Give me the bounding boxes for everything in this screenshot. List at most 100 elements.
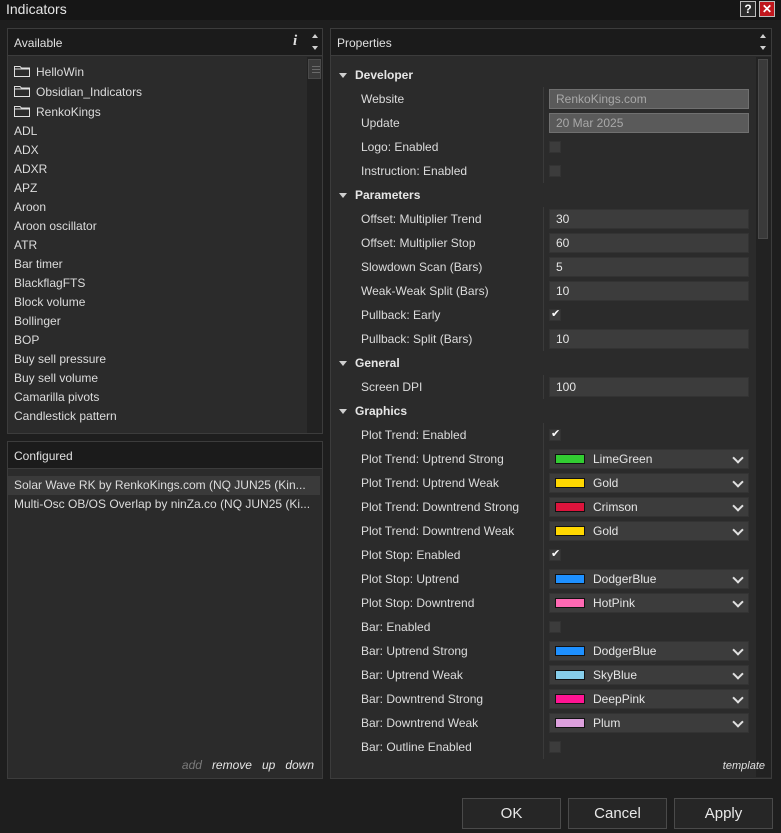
indicator-item[interactable]: Buy sell pressure [14, 350, 106, 369]
property-label: Bar: Uptrend Weak [361, 668, 463, 682]
bar-uptrend-weak-color-select[interactable]: SkyBlue [549, 665, 749, 685]
indicator-item[interactable]: Aroon [14, 198, 46, 217]
collapse-icon[interactable] [339, 409, 347, 414]
configured-item[interactable]: Solar Wave RK by RenkoKings.com (NQ JUN2… [8, 476, 320, 495]
properties-scroll-thumb[interactable] [758, 59, 768, 239]
property-row: Slowdown Scan (Bars) 5 [331, 255, 753, 279]
property-label: Bar: Enabled [361, 620, 431, 634]
indicator-item[interactable]: Buy sell volume [14, 369, 98, 388]
collapse-icon[interactable] [339, 73, 347, 78]
bar-downtrend-weak-color-select[interactable]: Plum [549, 713, 749, 733]
indicator-item[interactable]: Block volume [14, 293, 85, 312]
slowdown-scan-bars-input[interactable]: 5 [549, 257, 749, 277]
property-row: Update 20 Mar 2025 [331, 111, 753, 135]
chevron-down-icon[interactable] [732, 596, 744, 608]
chevron-down-icon[interactable] [732, 572, 744, 584]
logo-enabled-checkbox[interactable] [549, 141, 561, 153]
scroll-down-icon[interactable] [312, 46, 318, 50]
plot-trend-enabled-checkbox[interactable]: ✔ [549, 428, 561, 441]
property-row: Plot Stop: Downtrend HotPink [331, 591, 753, 615]
property-label: Plot Stop: Downtrend [361, 596, 475, 610]
indicator-item[interactable]: Bollinger [14, 312, 61, 331]
add-button[interactable]: add [182, 758, 202, 772]
indicator-item[interactable]: ADXR [14, 160, 47, 179]
chevron-down-icon[interactable] [732, 644, 744, 656]
pullback-early-checkbox[interactable]: ✔ [549, 308, 561, 321]
weak-weak-split-bars-input[interactable]: 10 [549, 281, 749, 301]
property-row: Instruction: Enabled [331, 159, 753, 183]
bar-downtrend-strong-color-select[interactable]: DeepPink [549, 689, 749, 709]
indicator-item[interactable]: BOP [14, 331, 39, 350]
help-button[interactable]: ? [740, 1, 756, 17]
scroll-up-icon[interactable] [312, 34, 318, 38]
pullback-split-bars-input[interactable]: 10 [549, 329, 749, 349]
color-swatch [555, 694, 585, 704]
indicator-item[interactable]: APZ [14, 179, 37, 198]
chevron-down-icon[interactable] [732, 668, 744, 680]
folder-item[interactable]: RenkoKings [14, 103, 101, 122]
plot-stop-enabled-checkbox[interactable]: ✔ [549, 548, 561, 561]
properties-title: Properties [337, 36, 392, 50]
indicator-item[interactable]: Bar timer [14, 255, 63, 274]
plot-stop-uptrend-color-select[interactable]: DodgerBlue [549, 569, 749, 589]
indicator-item[interactable]: ADX [14, 141, 39, 160]
info-icon[interactable]: i [293, 33, 297, 50]
plot-trend-downtrend-weak-color-select[interactable]: Gold [549, 521, 749, 541]
indicator-item[interactable]: Camarilla pivots [14, 388, 99, 407]
property-row: Bar: Uptrend Strong DodgerBlue [331, 639, 753, 663]
move-up-button[interactable]: up [262, 758, 275, 772]
indicator-item[interactable]: Candlestick pattern [14, 407, 117, 426]
close-button[interactable]: ✕ [759, 1, 775, 17]
indicator-item[interactable]: ATR [14, 236, 37, 255]
instruction-enabled-checkbox[interactable] [549, 165, 561, 177]
color-swatch [555, 598, 585, 608]
category-developer[interactable]: Developer [331, 63, 753, 87]
check-icon: ✔ [551, 548, 561, 560]
plot-trend-uptrend-strong-color-select[interactable]: LimeGreen [549, 449, 749, 469]
chevron-down-icon[interactable] [732, 692, 744, 704]
properties-scroll-up-icon[interactable] [760, 34, 766, 38]
chevron-down-icon[interactable] [732, 716, 744, 728]
chevron-down-icon[interactable] [732, 524, 744, 536]
ok-button[interactable]: OK [462, 798, 561, 829]
apply-button[interactable]: Apply [674, 798, 773, 829]
cancel-button[interactable]: Cancel [568, 798, 667, 829]
plot-stop-downtrend-color-select[interactable]: HotPink [549, 593, 749, 613]
properties-scroll-down-icon[interactable] [760, 46, 766, 50]
bar-uptrend-strong-color-select[interactable]: DodgerBlue [549, 641, 749, 661]
indicator-item[interactable]: Aroon oscillator [14, 217, 97, 236]
category-parameters[interactable]: Parameters [331, 183, 753, 207]
configured-item[interactable]: Multi-Osc OB/OS Overlap by ninZa.co (NQ … [8, 495, 320, 514]
indicator-item[interactable]: BlackflagFTS [14, 274, 85, 293]
plot-trend-downtrend-strong-color-select[interactable]: Crimson [549, 497, 749, 517]
offset-multiplier-trend-input[interactable]: 30 [549, 209, 749, 229]
offset-multiplier-stop-input[interactable]: 60 [549, 233, 749, 253]
screen-dpi-input[interactable]: 100 [549, 377, 749, 397]
bar-outline-enabled-checkbox[interactable] [549, 741, 561, 753]
plot-trend-uptrend-weak-color-select[interactable]: Gold [549, 473, 749, 493]
available-scroll-thumb[interactable] [308, 59, 321, 79]
collapse-icon[interactable] [339, 361, 347, 366]
indicator-item[interactable]: ADL [14, 122, 37, 141]
property-row: Plot Stop: Enabled ✔ [331, 543, 753, 567]
move-down-button[interactable]: down [285, 758, 314, 772]
chevron-down-icon[interactable] [732, 500, 744, 512]
chevron-down-icon[interactable] [732, 452, 744, 464]
properties-scrollbar[interactable] [756, 57, 771, 777]
color-swatch [555, 502, 585, 512]
property-label: Plot Trend: Uptrend Strong [361, 452, 504, 466]
collapse-icon[interactable] [339, 193, 347, 198]
template-link[interactable]: template [723, 760, 765, 772]
property-label: Bar: Downtrend Strong [361, 692, 484, 706]
category-graphics[interactable]: Graphics [331, 399, 753, 423]
chevron-down-icon[interactable] [732, 476, 744, 488]
property-label: Logo: Enabled [361, 140, 439, 154]
color-name: DodgerBlue [593, 644, 657, 658]
category-general[interactable]: General [331, 351, 753, 375]
folder-item[interactable]: Obsidian_Indicators [14, 83, 142, 102]
remove-button[interactable]: remove [212, 758, 252, 772]
bar-enabled-checkbox[interactable] [549, 621, 561, 633]
property-row: Bar: Outline Enabled [331, 735, 753, 759]
available-scrollbar[interactable] [307, 57, 322, 433]
folder-item[interactable]: HelloWin [14, 63, 84, 82]
